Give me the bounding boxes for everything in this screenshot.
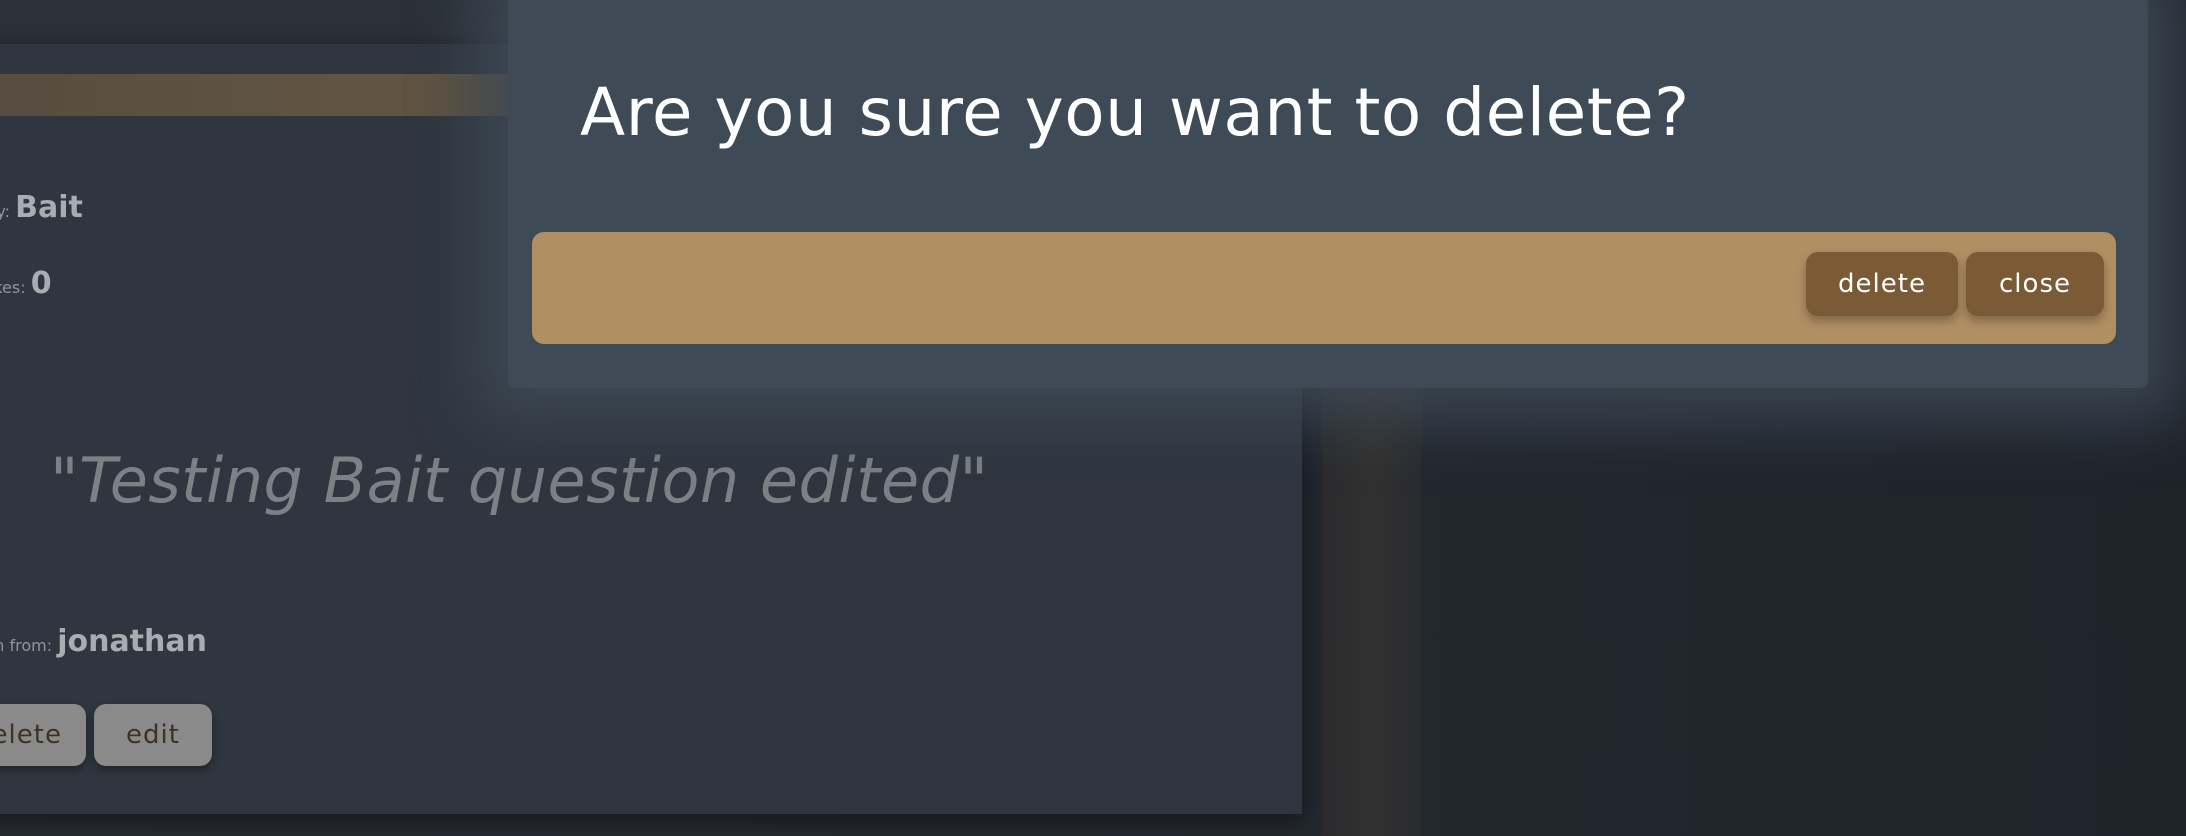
author-label: ion from: [0,636,53,655]
confirm-delete-button[interactable]: delete [1806,252,1958,316]
question-text: "Testing Bait question edited" [50,444,989,517]
author-value: jonathan [57,624,207,659]
category-row: ory: Bait [0,190,83,225]
card-edit-button[interactable]: edit [94,704,212,766]
likes-label: Likes: [0,278,26,297]
category-label: ory: [0,202,11,221]
card-delete-button[interactable]: delete [0,704,86,766]
delete-confirm-modal: Are you sure you want to delete? delete … [508,0,2148,388]
likes-row: Likes: 0 [0,266,52,301]
modal-footer: delete close [532,232,2116,344]
likes-value: 0 [30,266,52,301]
close-button[interactable]: close [1966,252,2104,316]
author-row: ion from: jonathan [0,624,207,659]
modal-title: Are you sure you want to delete? [580,74,1690,151]
category-value: Bait [15,190,83,225]
